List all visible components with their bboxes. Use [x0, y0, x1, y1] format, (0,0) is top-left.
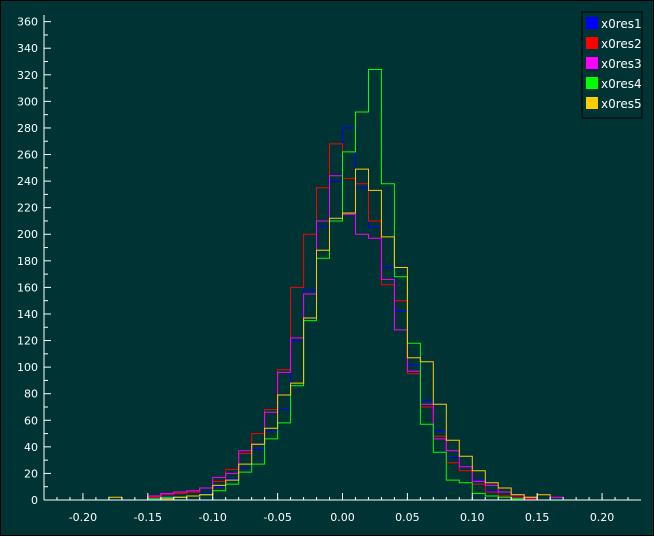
y-tick-label: 340	[17, 42, 38, 55]
legend-label-x0res1: x0res1	[601, 17, 642, 31]
x-tick-label: 0.10	[460, 511, 485, 524]
legend-swatch-x0res4	[586, 77, 598, 89]
y-tick-label: 100	[17, 361, 38, 374]
series-x0res3	[108, 175, 564, 501]
x-tick-label: -0.20	[69, 511, 97, 524]
y-tick-label: 200	[17, 228, 38, 241]
y-tick-label: 120	[17, 335, 38, 348]
x-tick-label: -0.10	[198, 511, 226, 524]
legend-swatch-x0res1	[586, 17, 598, 29]
legend-swatch-x0res5	[586, 97, 598, 109]
chart-frame: -0.20 -0.15 -0.10 -0.05 0.00 0.05 0.10 0.15 0.20…	[0, 0, 654, 536]
series-x0res5	[108, 168, 564, 501]
series-x0res4	[108, 69, 564, 501]
legend-swatch-x0res3	[586, 57, 598, 69]
y-tick-label: 180	[17, 255, 38, 268]
y-tick-label: 220	[17, 202, 38, 215]
x-tick-label: 0.05	[395, 511, 420, 524]
legend-label-x0res3: x0res3	[601, 57, 642, 71]
y-tick-label: 300	[17, 95, 38, 108]
x-tick-label: -0.05	[263, 511, 291, 524]
series-layer	[108, 69, 564, 501]
series-x0res1	[108, 127, 564, 501]
x-tick-label: 0.00	[330, 511, 355, 524]
y-tick-label: 80	[24, 388, 38, 401]
legend-swatch-x0res2	[586, 37, 598, 49]
y-tick-label: 20	[24, 467, 38, 480]
y-tick-label: 240	[17, 175, 38, 188]
x-tick-label: -0.15	[134, 511, 162, 524]
y-tick-label: 320	[17, 69, 38, 82]
y-tick-label: 160	[17, 281, 38, 294]
y-tick-label: 260	[17, 149, 38, 162]
y-tick-label: 280	[17, 122, 38, 135]
axes-layer: -0.20 -0.15 -0.10 -0.05 0.00 0.05 0.10 0.15 0.20…	[17, 15, 641, 524]
x-tick-label: 0.20	[590, 511, 615, 524]
legend-label-x0res5: x0res5	[601, 97, 642, 111]
legend-label-x0res4: x0res4	[601, 77, 642, 91]
series-x0res2	[108, 143, 564, 501]
y-tick-label: 40	[24, 441, 38, 454]
legend: x0res1 x0res2 x0res3 x0res4 x0res5	[581, 11, 643, 119]
x-tick-label: 0.15	[525, 511, 550, 524]
legend-label-x0res2: x0res2	[601, 37, 642, 51]
y-tick-label: 0	[31, 494, 38, 507]
y-tick-label: 360	[17, 16, 38, 29]
histogram-chart: -0.20 -0.15 -0.10 -0.05 0.00 0.05 0.10 0.15 0.20…	[17, 11, 643, 524]
y-tick-label: 140	[17, 308, 38, 321]
y-tick-label: 60	[24, 414, 38, 427]
